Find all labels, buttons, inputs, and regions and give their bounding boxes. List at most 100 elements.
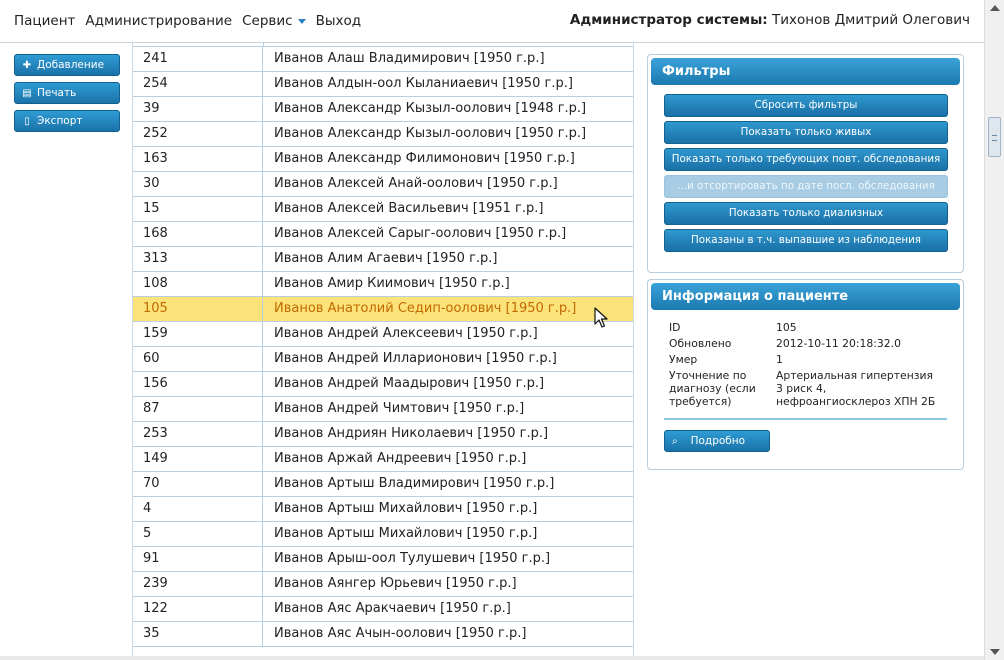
filter-button[interactable]: Сбросить фильтры xyxy=(664,94,948,117)
table-row[interactable]: 87 Иванов Андрей Чимтович [1950 г.р.] xyxy=(133,397,633,422)
print-button[interactable]: ▤ Печать xyxy=(14,82,120,104)
document-icon: ▯ xyxy=(24,115,30,127)
info-row: Обновлено 2012-10-11 20:18:32.0 xyxy=(669,337,943,350)
patient-name-cell: Иванов Андриян Николаевич [1950 г.р.] xyxy=(274,426,549,441)
chevron-down-icon xyxy=(297,18,306,24)
menu-item-logout[interactable]: Выход xyxy=(316,13,362,29)
patient-table: 241 Иванов Алаш Владимирович [1950 г.р.] 2… xyxy=(132,42,634,656)
vertical-scrollbar[interactable] xyxy=(984,0,1004,660)
table-row[interactable]: 108 Иванов Амир Киимович [1950 г.р.] xyxy=(133,272,633,297)
patient-name-cell: Иванов Александр Кызыл-оолович [1948 г.р… xyxy=(274,101,587,116)
table-row[interactable]: 35 Иванов Аяс Ачын-оолович [1950 г.р.] xyxy=(133,622,633,647)
patient-name-cell: Иванов Алексей Васильевич [1951 г.р.] xyxy=(274,201,544,216)
filter-button[interactable]: Показаны в т.ч. выпавшие из наблюдения xyxy=(664,229,948,252)
printer-icon: ▤ xyxy=(22,87,32,99)
table-row[interactable]: 39 Иванов Александр Кызыл-оолович [1948 г… xyxy=(133,97,633,122)
export-button-label: Экспорт xyxy=(37,115,83,127)
horizontal-scrollbar[interactable] xyxy=(0,656,984,660)
top-menubar: Пациент Администрирование Сервис Выход А… xyxy=(0,0,984,43)
table-row[interactable]: 241 Иванов Алаш Владимирович [1950 г.р.] xyxy=(133,47,633,72)
table-row[interactable]: 239 Иванов Аянгер Юрьевич [1950 г.р.] xyxy=(133,572,633,597)
table-row[interactable]: 70 Иванов Артыш Владимирович [1950 г.р.] xyxy=(133,472,633,497)
patient-name-cell: Иванов Алим Агаевич [1950 г.р.] xyxy=(274,251,498,266)
plus-icon: ✚ xyxy=(22,59,32,71)
patient-name-cell: Иванов Артыш Михайлович [1950 г.р.] xyxy=(274,501,538,516)
patient-id-cell: 39 xyxy=(133,97,263,121)
table-row[interactable]: 253 Иванов Андриян Николаевич [1950 г.р.] xyxy=(133,422,633,447)
table-row[interactable]: 91 Иванов Арыш-оол Тулушевич [1950 г.р.] xyxy=(133,547,633,572)
table-row[interactable]: 4 Иванов Артыш Михайлович [1950 г.р.] xyxy=(133,497,633,522)
patient-info-panel: Информация о пациенте ID 105 Обновлено 2012… xyxy=(647,279,964,470)
scroll-down-icon[interactable] xyxy=(990,649,1000,655)
table-row[interactable]: 163 Иванов Александр Филимонович [1950 г.… xyxy=(133,147,633,172)
table-row[interactable]: 149 Иванов Аржай Андреевич [1950 г.р.] xyxy=(133,447,633,472)
patient-name-cell: Иванов Артыш Михайлович [1950 г.р.] xyxy=(274,526,538,541)
search-icon: ⌕ xyxy=(672,435,678,447)
filters-panel: Фильтры Сбросить фильтры Показать только … xyxy=(647,54,964,273)
patient-info-fields: ID 105 Обновлено 2012-10-11 20:18:32.0 Умер 1… xyxy=(648,313,963,408)
patient-name-cell: Иванов Амир Киимович [1950 г.р.] xyxy=(274,276,510,291)
patient-name-cell: Иванов Аржай Андреевич [1950 г.р.] xyxy=(274,451,527,466)
scrollbar-thumb[interactable] xyxy=(988,117,1001,157)
patient-id-cell: 108 xyxy=(133,272,263,296)
table-row[interactable]: 156 Иванов Андрей Маадырович [1950 г.р.] xyxy=(133,372,633,397)
patient-id-cell: 91 xyxy=(133,547,263,571)
table-row[interactable]: 254 Иванов Алдын-оол Кыланиаевич [1950 г.… xyxy=(133,72,633,97)
patient-id-cell: 60 xyxy=(133,347,263,371)
table-row[interactable]: 30 Иванов Алексей Анай-оолович [1950 г.р.… xyxy=(133,172,633,197)
info-row: Умер 1 xyxy=(669,353,943,366)
info-label: Уточнение по диагнозу (если требуется) xyxy=(669,369,756,408)
info-value: 1 xyxy=(776,353,783,366)
patient-id-cell: 149 xyxy=(133,447,263,471)
menu-item-service-label: Сервис xyxy=(242,13,293,29)
table-row[interactable]: 252 Иванов Александр Кызыл-оолович [1950 … xyxy=(133,122,633,147)
patient-id-cell: 70 xyxy=(133,472,263,496)
table-row[interactable]: 60 Иванов Андрей Илларионович [1950 г.р.] xyxy=(133,347,633,372)
patient-name-cell: Иванов Аянгер Юрьевич [1950 г.р.] xyxy=(274,576,517,591)
patient-name-cell: Иванов Андрей Алексеевич [1950 г.р.] xyxy=(274,326,538,341)
info-row: Уточнение по диагнозу (если требуется) Ар… xyxy=(669,369,943,408)
filter-button[interactable]: Показать только требующих повт. обследов… xyxy=(664,148,948,171)
menu-item-patient[interactable]: Пациент xyxy=(14,13,75,29)
patient-name-cell: Иванов Александр Кызыл-оолович [1950 г.р… xyxy=(274,126,587,141)
patient-name-cell: Иванов Александр Филимонович [1950 г.р.] xyxy=(274,151,575,166)
table-row[interactable]: 15 Иванов Алексей Васильевич [1951 г.р.] xyxy=(133,197,633,222)
table-row[interactable]: 313 Иванов Алим Агаевич [1950 г.р.] xyxy=(133,247,633,272)
info-value: 105 xyxy=(776,321,797,334)
patient-id-cell: 239 xyxy=(133,572,263,596)
user-role: Администратор системы xyxy=(569,12,763,28)
patient-id-cell: 4 xyxy=(133,497,263,521)
table-row[interactable]: 122 Иванов Аяс Аракчаевич [1950 г.р.] xyxy=(133,597,633,622)
export-button[interactable]: ▯ Экспорт xyxy=(14,110,120,132)
table-row-selected[interactable]: 105 Иванов Анатолий Седип-оолович [1950 г… xyxy=(133,297,633,322)
menu-item-service[interactable]: Сервис xyxy=(242,13,306,29)
table-row[interactable]: 168 Иванов Алексей Сарыг-оолович [1950 г.… xyxy=(133,222,633,247)
patient-id-cell: 159 xyxy=(133,322,263,346)
filter-button[interactable]: ...и отсортировать по дате посл. обследо… xyxy=(664,175,948,198)
patient-name-cell: Иванов Алаш Владимирович [1950 г.р.] xyxy=(274,51,545,66)
info-label: Обновлено xyxy=(669,337,732,350)
filter-button[interactable]: Показать только диализных xyxy=(664,202,948,225)
patient-name-cell: Иванов Алексей Анай-оолович [1950 г.р.] xyxy=(274,176,558,191)
patient-id-cell: 105 xyxy=(133,297,263,321)
table-row[interactable]: 159 Иванов Андрей Алексеевич [1950 г.р.] xyxy=(133,322,633,347)
user-info: Администратор системы: Тихонов Дмитрий О… xyxy=(569,12,970,28)
main-menu: Пациент Администрирование Сервис Выход xyxy=(14,13,371,29)
menu-item-administration[interactable]: Администрирование xyxy=(85,13,232,29)
patient-name-cell: Иванов Андрей Маадырович [1950 г.р.] xyxy=(274,376,545,391)
scroll-up-icon[interactable] xyxy=(990,5,1000,11)
details-button-label: Подробно xyxy=(690,435,746,447)
patient-id-cell: 253 xyxy=(133,422,263,446)
divider xyxy=(664,418,947,420)
patient-table-body: 241 Иванов Алаш Владимирович [1950 г.р.] 2… xyxy=(133,47,633,647)
patient-id-cell: 87 xyxy=(133,397,263,421)
table-row[interactable]: 5 Иванов Артыш Михайлович [1950 г.р.] xyxy=(133,522,633,547)
info-row: ID 105 xyxy=(669,321,943,334)
add-button[interactable]: ✚ Добавление xyxy=(14,54,120,76)
details-button[interactable]: ⌕ Подробно xyxy=(664,430,770,452)
patient-name-cell: Иванов Алдын-оол Кыланиаевич [1950 г.р.] xyxy=(274,76,573,91)
patient-id-cell: 163 xyxy=(133,147,263,171)
info-label: Умер xyxy=(669,353,698,366)
filter-button[interactable]: Показать только живых xyxy=(664,121,948,144)
patient-info-title: Информация о пациенте xyxy=(651,283,960,310)
